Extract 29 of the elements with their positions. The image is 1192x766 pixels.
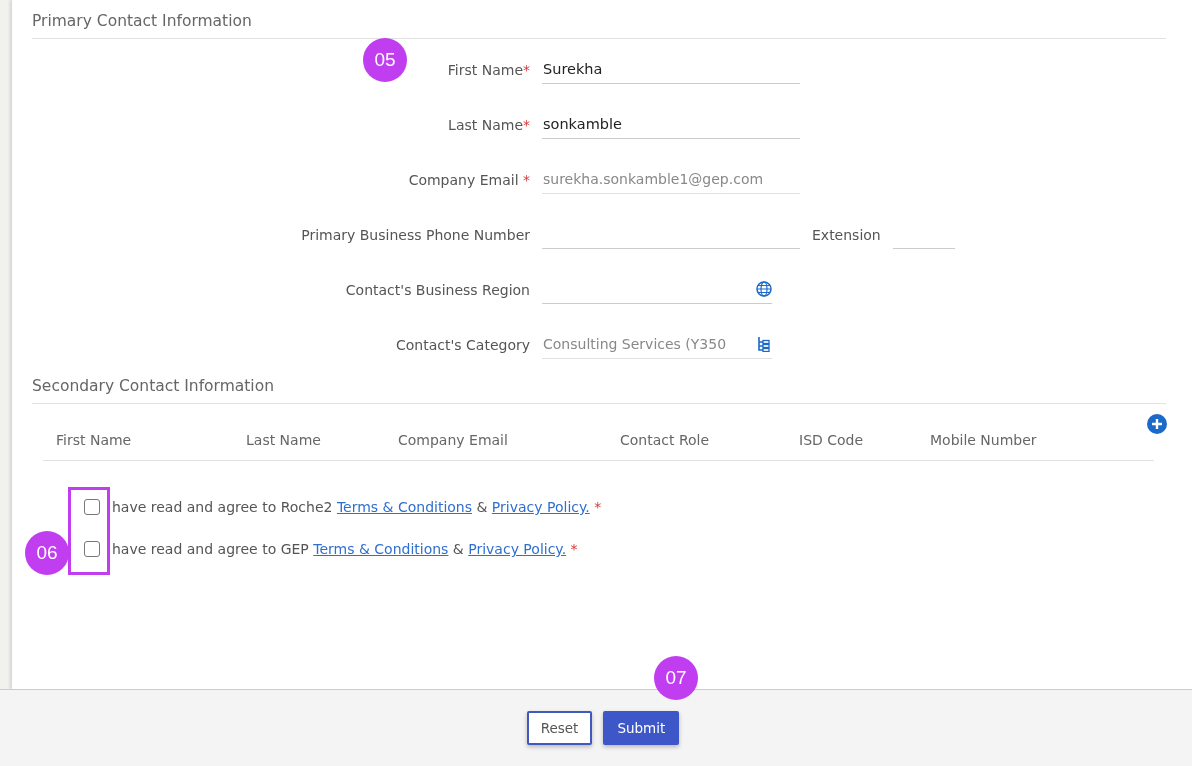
field-label: Last Name* bbox=[447, 117, 530, 135]
section-title: Primary Contact Information bbox=[32, 12, 1166, 39]
column-header: Contact Role bbox=[620, 432, 711, 448]
agreement-text: have read and agree to GEP Terms & Conditions & Privacy Policy. * bbox=[112, 541, 578, 557]
field-label: Contact's Category bbox=[395, 337, 530, 355]
checkbox[interactable] bbox=[84, 541, 100, 557]
field-label: Primary Business Phone Number bbox=[300, 227, 530, 245]
input-field[interactable]: Surekha bbox=[542, 55, 800, 84]
agreement-text: have read and agree to Roche2 Terms & Conditions & Privacy Policy. * bbox=[112, 499, 602, 515]
field-label: First Name* bbox=[446, 62, 530, 80]
terms-link[interactable]: Terms & Conditions bbox=[313, 541, 449, 557]
field-label: Contact's Business Region bbox=[344, 282, 530, 300]
field-label: Extension bbox=[812, 227, 881, 245]
reset-button[interactable]: Reset bbox=[526, 711, 593, 745]
submit-button[interactable]: Submit bbox=[603, 711, 680, 745]
column-header: First Name bbox=[56, 432, 133, 448]
globe-icon[interactable] bbox=[756, 281, 772, 297]
checkbox[interactable] bbox=[84, 499, 100, 515]
terms-link[interactable]: Terms & Conditions bbox=[336, 499, 473, 515]
privacy-link[interactable]: Privacy Policy. bbox=[468, 541, 567, 557]
field-label: Company Email * bbox=[407, 172, 530, 190]
privacy-link[interactable]: Privacy Policy. bbox=[491, 499, 590, 515]
column-header: Company Email bbox=[398, 432, 509, 448]
column-header: Last Name bbox=[246, 432, 322, 448]
section-title: Secondary Contact Information bbox=[32, 377, 1166, 404]
column-header: Mobile Number bbox=[930, 432, 1038, 448]
column-header: ISD Code bbox=[799, 432, 865, 448]
add-icon[interactable] bbox=[1147, 414, 1167, 434]
input-field[interactable]: sonkamble bbox=[542, 110, 800, 139]
